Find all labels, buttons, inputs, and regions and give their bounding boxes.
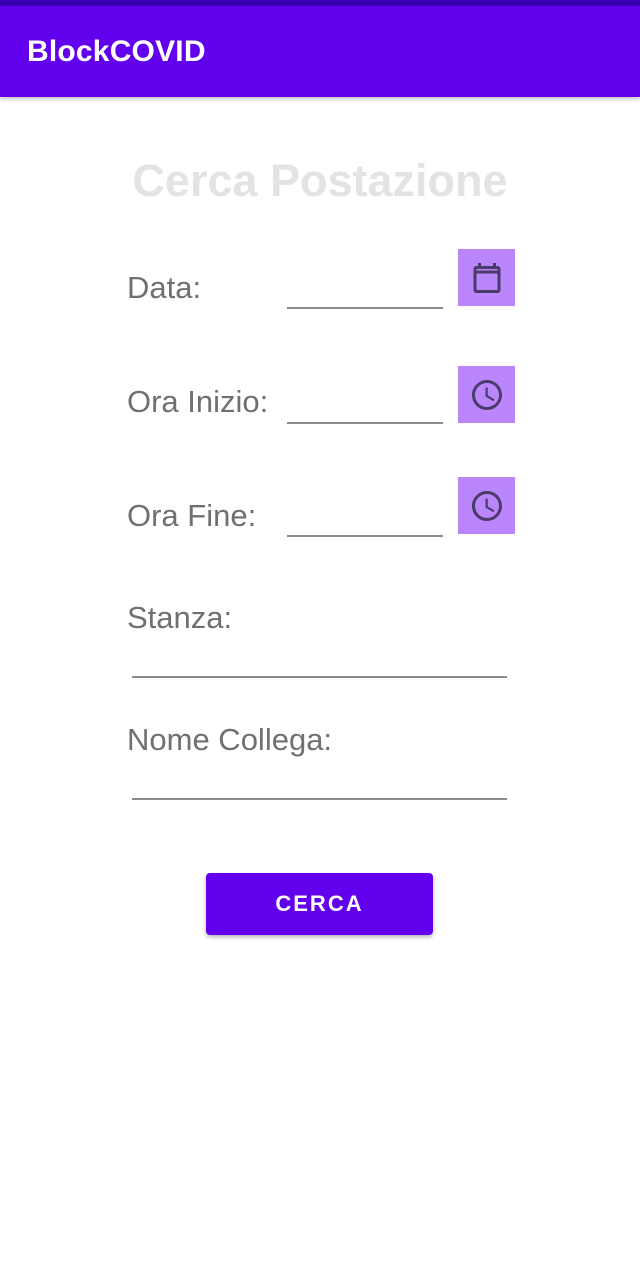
start-time-picker-button[interactable] bbox=[458, 366, 515, 423]
app-title: BlockCOVID bbox=[27, 35, 206, 68]
colleague-field[interactable] bbox=[132, 770, 507, 800]
date-picker-button[interactable] bbox=[458, 249, 515, 306]
start-time-field[interactable] bbox=[287, 394, 443, 424]
date-label: Data: bbox=[127, 270, 202, 305]
start-time-label: Ora Inizio: bbox=[127, 384, 269, 419]
page-title: Cerca Postazione bbox=[132, 155, 508, 206]
end-time-picker-button[interactable] bbox=[458, 477, 515, 534]
clock-icon bbox=[471, 490, 502, 521]
colleague-label: Nome Collega: bbox=[127, 722, 333, 757]
room-label: Stanza: bbox=[127, 600, 233, 635]
date-field[interactable] bbox=[287, 279, 443, 309]
end-time-label: Ora Fine: bbox=[127, 498, 257, 533]
clock-icon bbox=[471, 379, 502, 410]
end-time-field[interactable] bbox=[287, 507, 443, 537]
search-button[interactable]: CERCA bbox=[206, 873, 433, 935]
room-field[interactable] bbox=[132, 648, 507, 678]
app-bar: BlockCOVID bbox=[0, 6, 640, 97]
calendar-icon bbox=[473, 262, 500, 293]
